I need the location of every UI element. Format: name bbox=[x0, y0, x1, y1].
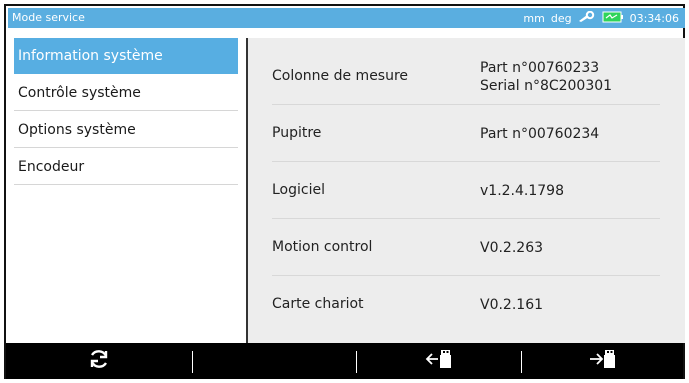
refresh-icon bbox=[87, 347, 111, 375]
toolbar-empty-slot bbox=[193, 343, 356, 379]
info-value: Part n°00760234 bbox=[480, 105, 599, 162]
info-label: Pupitre bbox=[272, 125, 322, 141]
info-row-colonne: Colonne de mesure Part n°00760233 Serial… bbox=[272, 48, 660, 105]
unit-length: mm bbox=[523, 12, 545, 25]
serial-number: Serial n°8C200301 bbox=[480, 77, 613, 94]
clock: 03:34:06 bbox=[629, 12, 679, 25]
mode-title: Mode service bbox=[12, 11, 85, 24]
refresh-button[interactable] bbox=[6, 343, 192, 379]
sidebar-item-information-systeme[interactable]: Information système bbox=[14, 38, 238, 74]
sidebar-item-options-systeme[interactable]: Options système bbox=[14, 112, 238, 148]
usb-import-button[interactable] bbox=[357, 343, 521, 379]
part-number: Part n°00760233 bbox=[480, 59, 600, 76]
sidebar: Information système Contrôle système Opt… bbox=[8, 38, 248, 343]
info-row-pupitre: Pupitre Part n°00760234 bbox=[272, 105, 660, 162]
carriage-version: V0.2.161 bbox=[480, 296, 544, 313]
info-value: v1.2.4.1798 bbox=[480, 162, 564, 219]
info-row-carte-chariot: Carte chariot V0.2.161 bbox=[272, 276, 660, 333]
sidebar-item-encodeur[interactable]: Encodeur bbox=[14, 149, 238, 185]
info-label: Carte chariot bbox=[272, 296, 364, 312]
info-row-logiciel: Logiciel v1.2.4.1798 bbox=[272, 162, 660, 219]
usb-import-icon bbox=[424, 348, 454, 374]
info-value: Part n°00760233 Serial n°8C200301 bbox=[480, 48, 612, 105]
motion-version: V0.2.263 bbox=[480, 239, 544, 256]
info-label: Motion control bbox=[272, 239, 373, 255]
part-number: Part n°00760234 bbox=[480, 125, 600, 142]
info-label: Colonne de mesure bbox=[272, 68, 409, 84]
software-version: v1.2.4.1798 bbox=[480, 182, 564, 199]
status-indicators: mm deg 03:34:06 bbox=[523, 10, 679, 26]
unit-angle: deg bbox=[550, 12, 572, 25]
app-window: Mode service mm deg 03:34:06 Information… bbox=[4, 4, 685, 379]
info-value: V0.2.263 bbox=[480, 219, 543, 276]
info-panel: Colonne de mesure Part n°00760233 Serial… bbox=[248, 38, 685, 343]
status-bar: Mode service mm deg 03:34:06 bbox=[8, 8, 685, 28]
info-row-motion-control: Motion control V0.2.263 bbox=[272, 219, 660, 276]
sidebar-item-controle-systeme[interactable]: Contrôle système bbox=[14, 75, 238, 111]
info-label: Logiciel bbox=[272, 182, 325, 198]
info-value: V0.2.161 bbox=[480, 276, 543, 333]
battery-icon bbox=[602, 11, 624, 26]
bottom-toolbar bbox=[6, 343, 683, 379]
usb-export-icon bbox=[588, 348, 618, 374]
usb-export-button[interactable] bbox=[522, 343, 683, 379]
wrench-icon bbox=[578, 10, 596, 26]
content-area: Information système Contrôle système Opt… bbox=[8, 38, 685, 343]
